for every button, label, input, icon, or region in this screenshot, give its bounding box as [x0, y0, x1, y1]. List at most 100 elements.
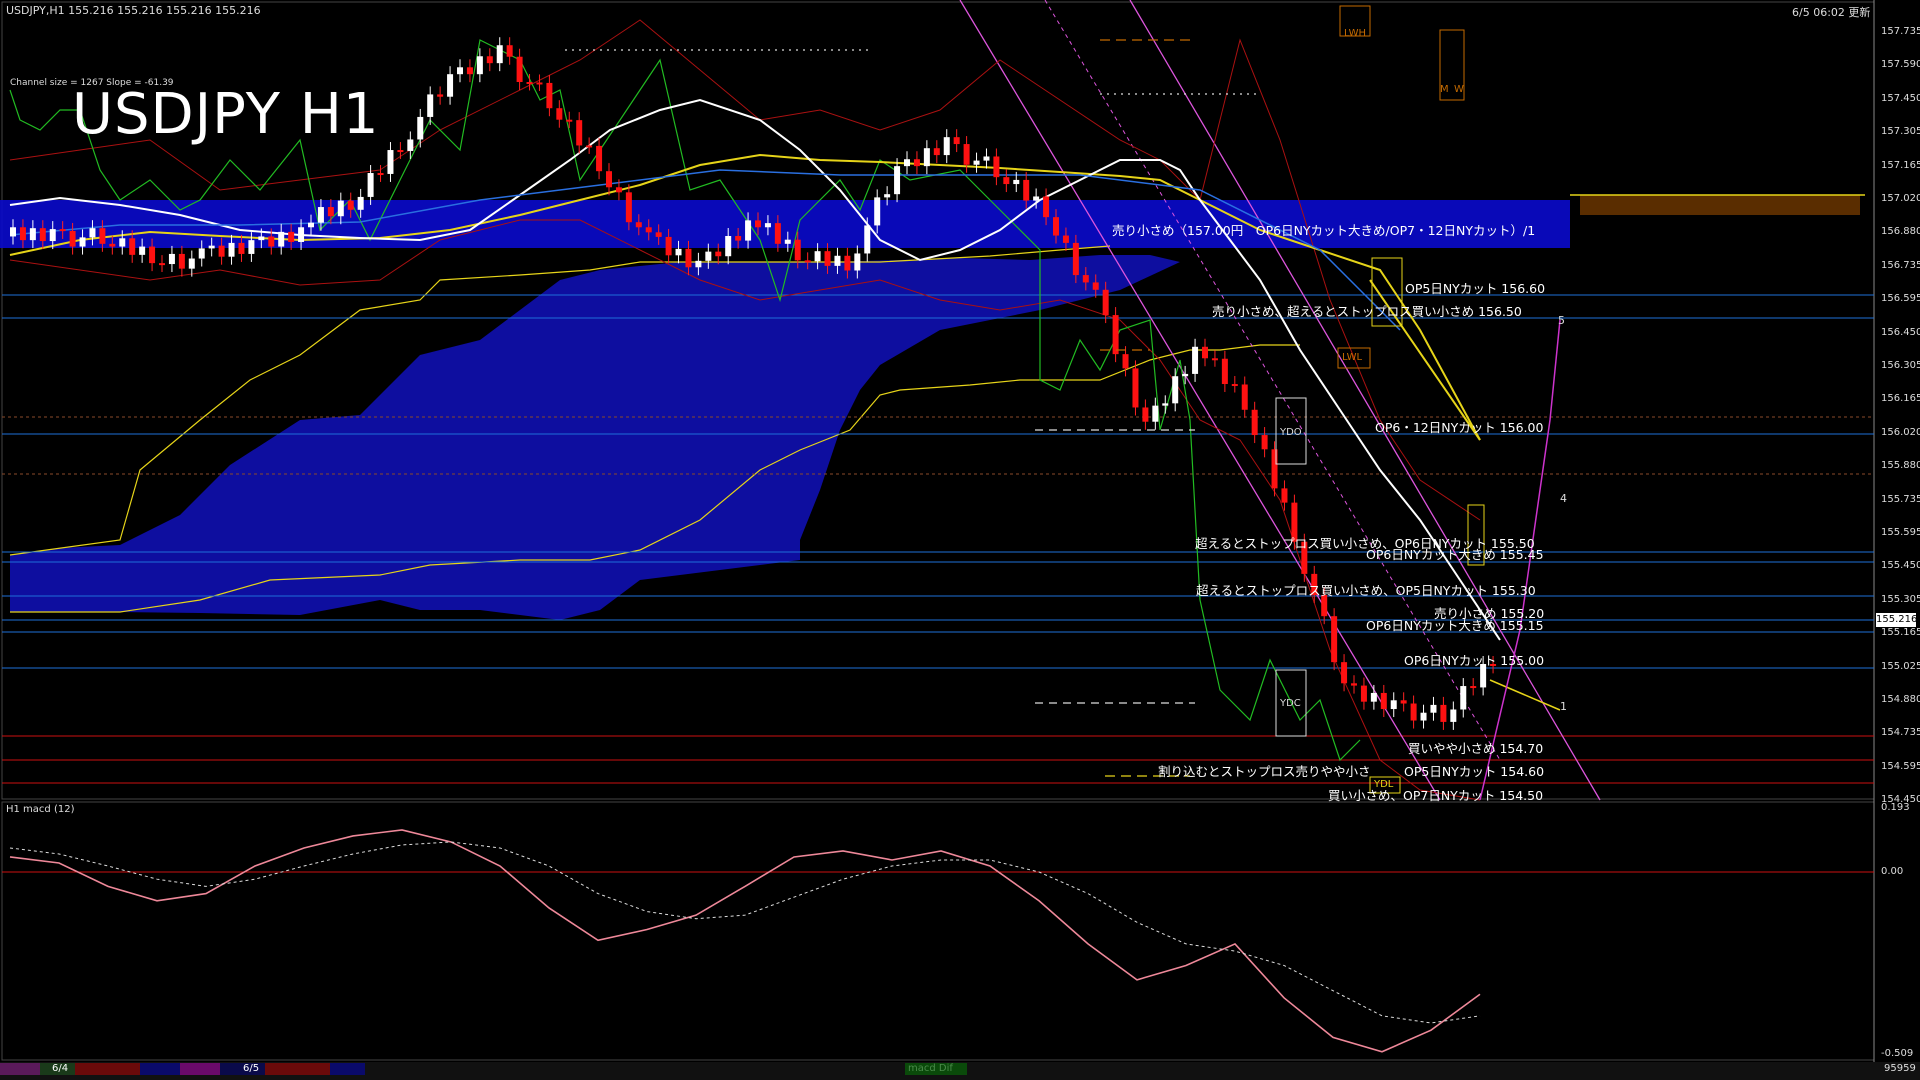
candle-body — [1202, 346, 1208, 359]
candle-body — [1062, 235, 1069, 243]
candle-body — [1390, 700, 1397, 710]
chart-canvas — [0, 0, 1920, 1080]
candle-body — [159, 263, 165, 266]
symbol-info: USDJPY,H1 155.216 155.216 155.216 155.21… — [6, 4, 261, 17]
annotation: OP5日NYカット 156.60 — [1405, 281, 1546, 296]
candle-body — [1261, 435, 1268, 450]
candle-body — [824, 251, 831, 266]
price-tick: 156.165 — [1881, 393, 1920, 405]
candle-body — [953, 137, 960, 145]
candle-body — [178, 253, 185, 269]
price-tick: 155.305 — [1881, 593, 1920, 605]
candle-body — [1122, 354, 1129, 369]
candle-body — [516, 56, 523, 83]
tab[interactable] — [265, 1063, 330, 1075]
box-label: YDC — [1280, 698, 1301, 709]
candle-body — [675, 248, 682, 256]
candle-body — [1082, 275, 1089, 283]
candle-body — [387, 150, 394, 174]
candle-body — [1211, 358, 1218, 361]
tab-date: 6/5 — [243, 1063, 260, 1074]
candle-body — [258, 236, 265, 241]
macd-tick: -0.509 — [1881, 1048, 1914, 1059]
datetime-label: 6/5 06:02 更新 — [1792, 6, 1871, 19]
candle-body — [218, 245, 225, 257]
price-tick: 156.450 — [1881, 326, 1920, 338]
candle-body — [1400, 700, 1407, 704]
candle-body — [188, 258, 195, 269]
price-tick: 154.595 — [1881, 760, 1920, 772]
candle-body — [635, 222, 642, 228]
candle-body — [457, 67, 463, 75]
candle-body — [794, 239, 801, 261]
future-cloud — [1580, 195, 1860, 215]
candle-body — [109, 243, 116, 247]
annotation: 買いやや小さめ 154.70 — [1408, 741, 1544, 756]
candle-body — [874, 197, 881, 226]
price-tick: 157.450 — [1881, 92, 1920, 104]
tab[interactable] — [0, 1063, 40, 1075]
candle-body — [645, 227, 652, 233]
candle-body — [685, 248, 692, 268]
macd-signal — [9, 841, 1481, 1024]
candle-body — [308, 222, 314, 228]
tab[interactable] — [180, 1063, 220, 1075]
candle-body — [317, 207, 324, 223]
candle-body — [755, 220, 761, 228]
candle-body — [526, 82, 533, 85]
candle-body — [993, 156, 1000, 178]
candle-body — [248, 240, 255, 254]
candle-body — [1033, 196, 1040, 201]
candle-body — [665, 236, 672, 256]
candle-body — [1152, 405, 1159, 422]
candle-body — [1430, 704, 1437, 713]
candle-body — [1182, 373, 1189, 377]
macd-tab-label: macd Dif — [908, 1063, 953, 1074]
candle-body — [715, 251, 722, 257]
candle-body — [596, 145, 603, 172]
box-label: W — [1454, 84, 1464, 95]
candle-body — [347, 200, 354, 210]
wave-label: 1 — [1560, 700, 1567, 713]
candle-body — [327, 207, 334, 217]
candle-body — [735, 236, 742, 241]
candle-body — [725, 236, 732, 257]
candle-body — [298, 227, 305, 242]
candle-body — [1450, 709, 1457, 722]
price-tick: 154.735 — [1881, 727, 1920, 739]
candle-body — [894, 166, 901, 195]
annotation: OP6・12日NYカット 156.00 — [1375, 420, 1544, 435]
candle-body — [1221, 358, 1228, 385]
candle-body — [99, 228, 106, 244]
price-tick: 155.450 — [1881, 560, 1920, 572]
annotation: 売り小さめ（157.00円 OP6日NYカット大きめ/OP7・12日NYカット）… — [1112, 223, 1536, 238]
candle-body — [1341, 662, 1348, 684]
tab[interactable] — [75, 1063, 140, 1075]
candle-body — [168, 253, 175, 265]
box-label: YDO — [1280, 427, 1302, 438]
candle-body — [417, 116, 424, 140]
candle-body — [973, 160, 980, 165]
candle-body — [834, 255, 841, 266]
candle-body — [705, 251, 712, 261]
annotation: OP5日NYカット 154.60 — [1404, 764, 1545, 779]
tab[interactable] — [330, 1063, 365, 1075]
price-tick: 157.020 — [1881, 193, 1920, 204]
candle-body — [1281, 488, 1288, 503]
candle-body — [149, 246, 156, 264]
tab[interactable] — [140, 1063, 180, 1075]
candle-body — [1053, 217, 1059, 236]
candle-body — [39, 228, 46, 242]
candle-body — [1231, 384, 1238, 387]
price-tick: 156.735 — [1881, 259, 1920, 271]
candle-body — [1360, 685, 1367, 702]
candle-body — [89, 228, 96, 238]
price-tick: 155.880 — [1881, 460, 1920, 472]
current-price-tag: 155.216 — [1876, 613, 1918, 627]
macd-window-frame — [1, 801, 1875, 1061]
candle-body — [884, 194, 891, 198]
candle-body — [238, 242, 245, 254]
annotation: OP6日NYカット大きめ 155.15 — [1366, 618, 1544, 633]
annotation: OP6日NYカット大きめ 155.45 — [1366, 547, 1544, 562]
candle-body — [923, 148, 930, 167]
